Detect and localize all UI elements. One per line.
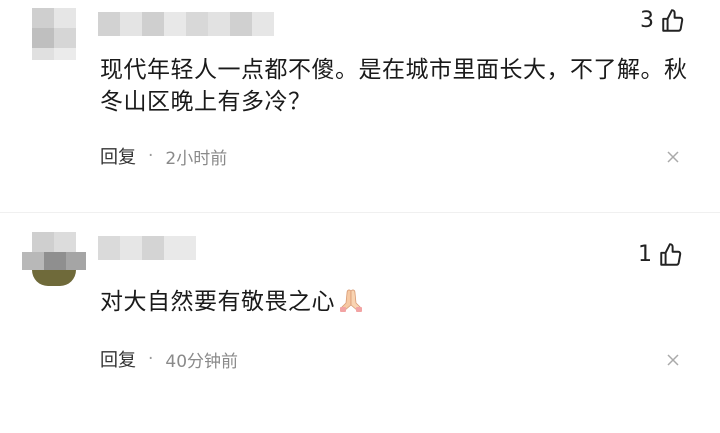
close-icon[interactable]: [666, 150, 680, 164]
praying-hands-icon: [340, 289, 362, 312]
reply-button[interactable]: 回复: [100, 143, 136, 169]
comment-text: 对大自然要有敬畏之心: [100, 286, 365, 318]
comment-meta: 回复 · 40分钟前: [100, 346, 238, 372]
reply-button[interactable]: 回复: [100, 346, 136, 372]
like-button[interactable]: 1: [638, 242, 684, 268]
comment-text-line: 冬山区晚上有多冷？: [100, 89, 312, 115]
like-count: 1: [638, 242, 652, 267]
username[interactable]: [98, 12, 274, 36]
avatar[interactable]: [22, 232, 86, 290]
timestamp: 40分钟前: [165, 351, 239, 372]
like-count: 3: [640, 8, 654, 33]
comment-item: 1 对大自然要有敬畏之心 回复 · 40分钟前: [0, 222, 720, 433]
divider: [0, 212, 720, 213]
thumbs-up-icon: [660, 243, 682, 266]
comment-text-line: 对大自然要有敬畏之心: [100, 289, 335, 315]
comment-meta: 回复 · 2小时前: [100, 143, 227, 169]
thumbs-up-icon: [662, 9, 684, 32]
comment-text-line: 现代年轻人一点都不傻。是在城市里面长大，不了解。秋: [100, 57, 688, 83]
comment-item: 3 现代年轻人一点都不傻。是在城市里面长大，不了解。秋 冬山区晚上有多冷？ 回复…: [0, 0, 720, 212]
timestamp: 2小时前: [165, 148, 228, 169]
separator-dot: ·: [148, 349, 154, 369]
avatar[interactable]: [22, 8, 86, 66]
close-icon[interactable]: [666, 353, 680, 367]
username[interactable]: [98, 236, 196, 260]
comment-text: 现代年轻人一点都不傻。是在城市里面长大，不了解。秋 冬山区晚上有多冷？: [100, 54, 688, 118]
separator-dot: ·: [148, 146, 154, 166]
like-button[interactable]: 3: [640, 8, 686, 34]
